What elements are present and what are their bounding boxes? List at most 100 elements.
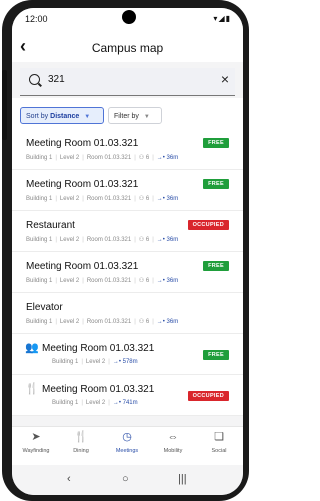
level: Level 2 — [59, 278, 80, 284]
route-icon: →• — [156, 196, 165, 202]
level: Level 2 — [85, 400, 106, 406]
list-item[interactable]: 👥 Meeting Room 01.03.321 FREE Building 1… — [12, 334, 243, 375]
chat-icon: ❏ — [214, 431, 224, 443]
building: Building 1 — [26, 155, 53, 161]
bottom-tab-bar: ➤ Wayfinding 🍴 Dining ◷ Meetings ⇔ Mobil… — [12, 426, 243, 465]
room: Room 01.03.321 — [86, 196, 132, 202]
system-home-icon[interactable]: ○ — [122, 473, 129, 485]
tab-dining[interactable]: 🍴 Dining — [59, 430, 103, 454]
list-item[interactable]: Meeting Room 01.03.321 FREE Building 1 | L… — [12, 170, 243, 211]
people-icon: 👥 — [25, 342, 39, 354]
distance: 36m — [166, 319, 179, 325]
navigation-icon: ➤ — [31, 431, 41, 443]
item-name: Meeting Room 01.03.321 — [42, 384, 155, 395]
filter-chip[interactable]: Filter by ▼ — [108, 107, 162, 124]
building: Building 1 — [52, 359, 79, 365]
route-icon: →• — [156, 155, 165, 161]
clock-icon: ◷ — [122, 431, 132, 443]
page-title: Campus map — [91, 41, 164, 55]
sort-prefix: Sort by — [26, 113, 49, 120]
caret-down-icon: ▼ — [143, 114, 150, 120]
item-name: Meeting Room 01.03.321 — [26, 138, 139, 149]
item-name: Meeting Room 01.03.321 — [42, 343, 155, 354]
people-icon: ⚇ — [138, 196, 145, 202]
list-item[interactable]: Meeting Room 01.03.321 FREE Building 1 | L… — [12, 129, 243, 170]
route-icon: →• — [156, 319, 165, 325]
building: Building 1 — [26, 196, 53, 202]
dining-icon: 🍴 — [74, 431, 88, 443]
route-icon: →• — [112, 359, 121, 365]
system-nav-bar: ‹ ○ ||| — [12, 465, 243, 495]
tab-social[interactable]: ❏ Social — [197, 430, 241, 454]
level: Level 2 — [59, 155, 80, 161]
status-badge: OCCUPIED — [187, 220, 229, 230]
system-recent-icon[interactable]: ||| — [178, 473, 187, 485]
capacity: 6 — [145, 278, 150, 284]
item-name: Elevator — [26, 302, 63, 313]
results-list: Meeting Room 01.03.321 FREE Building 1 | L… — [12, 129, 243, 416]
tab-label: Dining — [73, 448, 89, 454]
status-badge: FREE — [203, 179, 229, 189]
people-icon: ⚇ — [138, 155, 145, 161]
capacity: 6 — [145, 319, 150, 325]
system-icons: ▾◢▮ — [213, 14, 231, 23]
level: Level 2 — [85, 359, 106, 365]
list-item[interactable]: Elevator Building 1 | Level 2 | Room 01.03.3… — [12, 293, 243, 334]
route-icon: →• — [156, 278, 165, 284]
capacity: 6 — [145, 237, 150, 243]
distance: 36m — [166, 237, 179, 243]
level: Level 2 — [59, 319, 80, 325]
status-badge: OCCUPIED — [187, 391, 229, 401]
item-name: Meeting Room 01.03.321 — [26, 261, 139, 272]
item-meta: Building 1 | Level 2 | →• 741m — [52, 400, 138, 406]
tab-meetings[interactable]: ◷ Meetings — [105, 430, 149, 454]
route-icon: →• — [112, 400, 121, 406]
list-item[interactable]: Restaurant OCCUPIED Building 1 | Level 2 | R… — [12, 211, 243, 252]
tab-label: Wayfinding — [22, 448, 50, 454]
status-time: 12:00 — [25, 14, 48, 24]
list-item[interactable]: 🍴 Meeting Room 01.03.321 OCCUPIED Buildi… — [12, 375, 243, 416]
tab-mobility[interactable]: ⇔ Mobility — [151, 430, 195, 454]
level: Level 2 — [59, 237, 80, 243]
filter-label: Filter by — [114, 113, 139, 120]
item-meta: Building 1 | Level 2 | Room 01.03.321 | ⚇ 6 | →•… — [26, 278, 179, 284]
restaurant-icon: 🍴 — [25, 383, 39, 395]
item-meta: Building 1 | Level 2 | Room 01.03.321 | ⚇ 6 | →•… — [26, 319, 179, 325]
level: Level 2 — [59, 196, 80, 202]
distance: 578m — [122, 359, 138, 365]
building: Building 1 — [26, 319, 53, 325]
item-name: Meeting Room 01.03.321 — [26, 179, 139, 190]
distance: 36m — [166, 278, 179, 284]
building: Building 1 — [26, 237, 53, 243]
tab-label: Mobility — [163, 448, 183, 454]
item-name: Restaurant — [26, 220, 75, 231]
system-back-icon[interactable]: ‹ — [67, 473, 71, 485]
list-item[interactable]: Meeting Room 01.03.321 FREE Building 1 | L… — [12, 252, 243, 293]
distance: 36m — [166, 155, 179, 161]
room: Room 01.03.321 — [86, 278, 132, 284]
search-icon — [29, 74, 40, 85]
people-icon: ⚇ — [138, 278, 145, 284]
status-badge: FREE — [203, 350, 229, 360]
clear-icon[interactable]: × — [221, 71, 229, 87]
room: Room 01.03.321 — [86, 319, 132, 325]
capacity: 6 — [145, 155, 150, 161]
tab-wayfinding[interactable]: ➤ Wayfinding — [14, 430, 58, 454]
item-meta: Building 1 | Level 2 | Room 01.03.321 | ⚇ 6 | →•… — [26, 237, 179, 243]
caret-down-icon: ▼ — [84, 114, 91, 120]
room: Room 01.03.321 — [86, 155, 132, 161]
status-badge: FREE — [203, 261, 229, 271]
sort-value: Distance — [50, 113, 80, 120]
distance: 36m — [166, 196, 179, 202]
room: Room 01.03.321 — [86, 237, 132, 243]
search-field[interactable]: 321 × — [20, 68, 235, 96]
car-icon: ⇔ — [167, 431, 179, 443]
building: Building 1 — [52, 400, 79, 406]
status-bar: 12:00 ▾◢▮ — [12, 8, 243, 34]
app-bar: ‹ Campus map — [12, 34, 243, 62]
status-badge: FREE — [203, 138, 229, 148]
camera-cutout — [122, 10, 136, 24]
search-input[interactable]: 321 — [48, 74, 65, 85]
sort-chip[interactable]: Sort by Distance ▼ — [20, 107, 104, 124]
item-meta: Building 1 | Level 2 | Room 01.03.321 | ⚇ 6 | →•… — [26, 196, 179, 202]
